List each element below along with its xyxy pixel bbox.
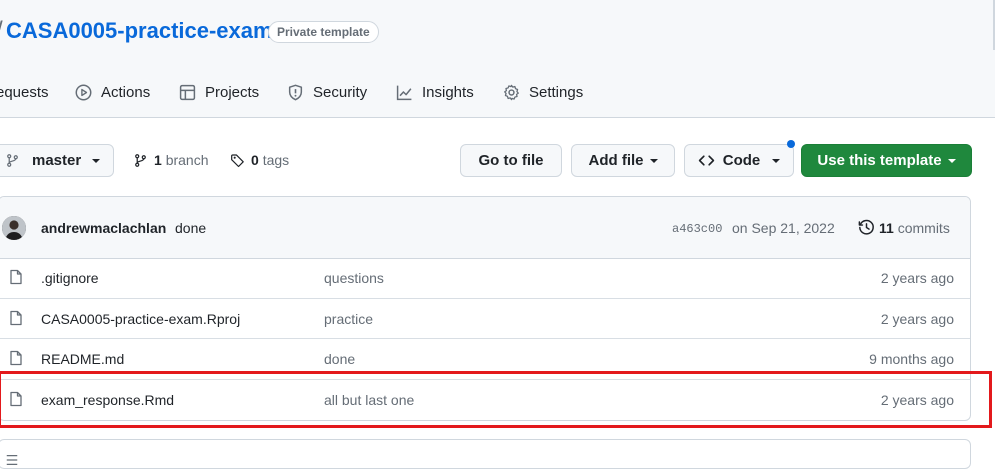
- file-icon: [10, 310, 22, 326]
- branch-count: 1: [154, 152, 162, 168]
- tab-security[interactable]: Security: [287, 82, 367, 102]
- repo-header: / CASA0005-practice-exam Private templat…: [0, 0, 995, 118]
- chevron-down-icon: [947, 158, 956, 163]
- latest-commit-bar: andrewmaclachlan done a463c00 on Sep 21,…: [0, 197, 970, 259]
- use-template-label: Use this template: [817, 152, 942, 169]
- readme-panel: [0, 439, 971, 469]
- list-icon[interactable]: [5, 453, 19, 467]
- file-commit-age: 2 years ago: [880, 311, 954, 327]
- annotation-highlight-box: [0, 371, 992, 428]
- git-branch-icon: [7, 154, 18, 167]
- gear-icon: [504, 84, 519, 100]
- branch-count-label: branch: [165, 152, 209, 168]
- history-icon: [858, 219, 874, 235]
- commit-count-label: commits: [897, 219, 950, 236]
- repo-name-link[interactable]: CASA0005-practice-exam: [6, 18, 273, 44]
- file-name-link[interactable]: .gitignore: [41, 270, 99, 286]
- tag-count-label: tags: [262, 152, 290, 168]
- add-file-label: Add file: [588, 152, 644, 169]
- file-commit-age: 2 years ago: [880, 270, 954, 286]
- tab-label: Projects: [205, 83, 260, 101]
- tab-label: Actions: [101, 83, 151, 101]
- commit-message-link[interactable]: done: [175, 220, 206, 236]
- tab-actions[interactable]: Actions: [75, 82, 150, 102]
- commit-date: on Sep 21, 2022: [732, 220, 835, 236]
- file-commit-message-link[interactable]: questions: [324, 270, 384, 286]
- user-avatar-icon: [2, 216, 26, 240]
- tab-label: equests: [0, 83, 49, 101]
- file-row[interactable]: .gitignore questions 2 years ago: [0, 258, 970, 298]
- play-icon: [75, 84, 92, 100]
- go-to-file-button[interactable]: Go to file: [460, 144, 562, 177]
- branches-link[interactable]: 1 branch: [133, 152, 209, 168]
- tab-projects[interactable]: Projects: [179, 82, 259, 102]
- file-commit-message-link[interactable]: done: [324, 351, 355, 367]
- graph-icon: [396, 85, 412, 100]
- commit-author-link[interactable]: andrewmaclachlan: [41, 220, 166, 236]
- file-commit-message-link[interactable]: practice: [324, 311, 373, 327]
- tab-label: Insights: [422, 83, 474, 101]
- tab-label: Security: [313, 83, 368, 101]
- file-name-link[interactable]: CASA0005-practice-exam.Rproj: [41, 311, 240, 327]
- code-label: Code: [722, 152, 761, 169]
- file-icon: [10, 269, 22, 285]
- file-icon: [10, 350, 22, 366]
- path-separator: /: [0, 17, 3, 45]
- commit-sha-link[interactable]: a463c00: [672, 222, 722, 236]
- add-file-button[interactable]: Add file: [571, 144, 675, 177]
- code-button[interactable]: Code: [684, 144, 794, 177]
- chevron-down-icon: [649, 158, 658, 163]
- shield-icon: [288, 84, 303, 100]
- branch-select-button[interactable]: master: [0, 144, 114, 177]
- tab-insights[interactable]: Insights: [396, 82, 474, 102]
- tab-pull-requests[interactable]: equests: [0, 82, 49, 102]
- git-branch-icon: [135, 153, 146, 167]
- table-icon: [179, 84, 196, 100]
- tab-label: Settings: [529, 83, 584, 101]
- tags-link[interactable]: 0 tags: [230, 152, 289, 168]
- tag-icon: [231, 153, 244, 167]
- commit-count: 11: [879, 219, 894, 236]
- chevron-down-icon: [772, 158, 781, 163]
- avatar[interactable]: [2, 216, 26, 240]
- code-icon: [698, 155, 714, 166]
- commits-history-link[interactable]: 11 commits: [858, 219, 950, 236]
- file-name-link[interactable]: README.md: [41, 351, 124, 367]
- tag-count: 0: [251, 152, 259, 168]
- branch-name: master: [32, 152, 82, 169]
- tab-settings[interactable]: Settings: [503, 82, 583, 102]
- chevron-down-icon: [92, 158, 101, 163]
- visibility-badge: Private template: [268, 21, 379, 43]
- use-template-button[interactable]: Use this template: [801, 144, 972, 177]
- file-row[interactable]: CASA0005-practice-exam.Rproj practice 2 …: [0, 298, 970, 338]
- notification-dot: [787, 140, 795, 148]
- file-commit-age: 9 months ago: [869, 351, 954, 367]
